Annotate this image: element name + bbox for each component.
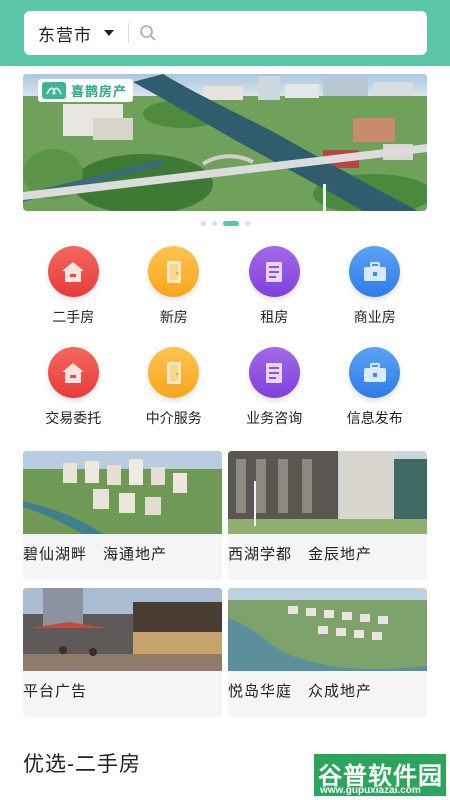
- project-card-title: 平台广告: [23, 683, 88, 700]
- category-label: 二手房: [52, 309, 95, 325]
- carousel-dot[interactable]: [211, 221, 217, 226]
- city-selector[interactable]: 东营市: [24, 11, 128, 55]
- search-input[interactable]: [157, 11, 427, 55]
- category-label: 信息发布: [346, 410, 403, 426]
- category-trade-entrust[interactable]: 交易委托: [23, 347, 124, 448]
- category-row: 二手房 新房 租房 商业房: [0, 246, 450, 347]
- category-new-house[interactable]: 新房: [124, 246, 225, 347]
- category-publish[interactable]: 信息发布: [325, 347, 426, 448]
- category-label: 新房: [159, 309, 188, 325]
- watermark: 谷普软件园 www.gupuxiazai.com: [312, 752, 448, 798]
- brand-logo: 喜鹊房产: [38, 79, 134, 102]
- document-icon: [248, 246, 300, 297]
- project-image: [228, 588, 427, 671]
- project-image: [228, 451, 427, 534]
- carousel-dot-active[interactable]: [222, 221, 239, 226]
- door-icon: [148, 347, 200, 398]
- project-card[interactable]: 悦岛华庭 众成地产: [228, 588, 427, 717]
- category-agency[interactable]: 中介服务: [124, 347, 225, 448]
- carousel-dot[interactable]: [244, 221, 250, 226]
- brand-logo-text: 喜鹊房产: [71, 84, 128, 99]
- category-rent[interactable]: 租房: [224, 246, 325, 347]
- house-icon: [47, 246, 99, 297]
- category-row: 交易委托 中介服务 业务咨询 信息发布: [0, 347, 450, 448]
- project-card-title: 碧仙湖畔 海通地产: [23, 546, 168, 563]
- project-card[interactable]: 平台广告: [23, 588, 222, 717]
- city-label: 东营市: [38, 25, 92, 45]
- top-bar: 东营市: [0, 0, 450, 66]
- briefcase-icon: [349, 246, 401, 297]
- chevron-down-icon: [104, 30, 114, 36]
- section-title: 优选-二手房: [23, 753, 141, 776]
- project-image: [23, 588, 222, 671]
- search-icon: [139, 24, 157, 42]
- project-card-title: 西湖学都 金辰地产: [228, 546, 373, 563]
- category-grid: 二手房 新房 租房 商业房 交易委托 中介服务 业务咨询 信息发布: [0, 246, 450, 448]
- document-icon: [248, 347, 300, 398]
- category-label: 租房: [260, 309, 289, 325]
- watermark-url: www.gupuxiazai.com: [320, 785, 421, 796]
- project-image: [23, 451, 222, 534]
- category-label: 交易委托: [45, 410, 102, 426]
- category-second-hand[interactable]: 二手房: [23, 246, 124, 347]
- category-commercial[interactable]: 商业房: [325, 246, 426, 347]
- project-card[interactable]: 西湖学都 金辰地产: [228, 451, 427, 580]
- door-icon: [148, 246, 200, 297]
- project-card[interactable]: 碧仙湖畔 海通地产: [23, 451, 222, 580]
- magpie-icon: [42, 82, 66, 99]
- search-box: 东营市: [24, 11, 427, 55]
- category-consulting[interactable]: 业务咨询: [224, 347, 325, 448]
- briefcase-icon: [349, 347, 401, 398]
- category-label: 商业房: [353, 309, 396, 325]
- project-card-title: 悦岛华庭 众成地产: [228, 683, 373, 700]
- banner-carousel[interactable]: 喜鹊房产: [23, 74, 427, 211]
- carousel-indicator: [0, 221, 450, 226]
- category-label: 中介服务: [145, 410, 202, 426]
- house-icon: [47, 347, 99, 398]
- divider: [128, 23, 129, 43]
- carousel-dot[interactable]: [200, 221, 206, 226]
- category-label: 业务咨询: [246, 410, 303, 426]
